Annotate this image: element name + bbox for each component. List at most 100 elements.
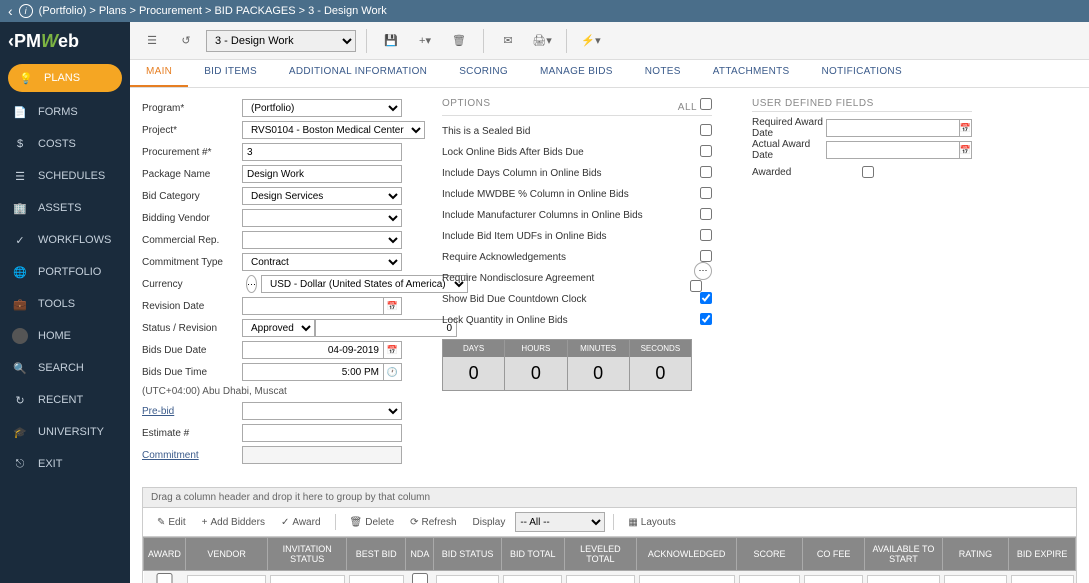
ellipsis-icon[interactable]: ⋯ — [694, 262, 712, 280]
column-header[interactable]: BID STATUS — [434, 538, 501, 571]
tab-main[interactable]: MAIN — [130, 60, 188, 87]
filter-input[interactable] — [187, 575, 265, 583]
column-header[interactable]: BEST BID — [347, 538, 406, 571]
filter-input[interactable] — [270, 575, 345, 583]
sidebar-item-forms[interactable]: 📄FORMS — [0, 96, 130, 128]
option-checkbox[interactable] — [700, 313, 712, 325]
filter-input[interactable] — [566, 575, 634, 583]
filter-input[interactable] — [639, 575, 735, 583]
calendar-icon[interactable]: 📅 — [384, 297, 402, 315]
calendar-icon[interactable]: 📅 — [960, 141, 972, 159]
project-select[interactable]: RVS0104 - Boston Medical Center — [242, 121, 425, 139]
filter-input[interactable] — [436, 575, 499, 583]
filter-input[interactable] — [503, 575, 562, 583]
bidsdue-input[interactable] — [242, 341, 384, 359]
refresh-button[interactable]: ⟳Refresh — [404, 515, 462, 530]
record-selector[interactable]: 3 - Design Work — [206, 30, 356, 52]
edit-button[interactable]: ✎Edit — [151, 515, 192, 530]
sidebar-item-costs[interactable]: $COSTS — [0, 128, 130, 160]
column-header[interactable]: LEVELED TOTAL — [564, 538, 636, 571]
filter-input[interactable] — [867, 575, 940, 583]
sidebar-item-exit[interactable]: ⎋EXIT — [0, 448, 130, 480]
column-header[interactable]: AWARD — [144, 538, 186, 571]
sidebar-item-recent[interactable]: ↻RECENT — [0, 384, 130, 416]
commtype-select[interactable]: Contract — [242, 253, 402, 271]
option-checkbox[interactable] — [700, 187, 712, 199]
option-checkbox[interactable] — [700, 145, 712, 157]
option-checkbox[interactable] — [700, 229, 712, 241]
commitment-label[interactable]: Commitment — [142, 450, 242, 461]
option-checkbox[interactable] — [700, 208, 712, 220]
sidebar-item-assets[interactable]: 🏢ASSETS — [0, 192, 130, 224]
sidebar-item-search[interactable]: 🔍SEARCH — [0, 352, 130, 384]
filter-input[interactable] — [944, 575, 1007, 583]
print-icon[interactable]: 🖨▾ — [528, 27, 556, 55]
column-header[interactable]: NDA — [406, 538, 434, 571]
history-icon[interactable]: ↺ — [172, 27, 200, 55]
currency-select[interactable]: USD - Dollar (United States of America) — [261, 275, 468, 293]
column-header[interactable]: INVITATION STATUS — [268, 538, 347, 571]
delete-icon[interactable]: 🗑 — [445, 27, 473, 55]
currency-ellipsis-icon[interactable]: ⋯ — [246, 275, 257, 293]
prebid-label[interactable]: Pre-bid — [142, 406, 242, 417]
mail-icon[interactable]: ✉ — [494, 27, 522, 55]
column-header[interactable]: CO FEE — [802, 538, 864, 571]
action-icon[interactable]: ⚡▾ — [577, 27, 605, 55]
time-icon[interactable]: 🕐 — [384, 363, 402, 381]
filter-input[interactable] — [349, 575, 404, 583]
delete-button[interactable]: 🗑Delete — [344, 515, 401, 530]
calendar-icon[interactable]: 📅 — [384, 341, 402, 359]
calendar-icon[interactable]: 📅 — [960, 119, 972, 137]
status-select[interactable]: Approved — [242, 319, 315, 337]
column-header[interactable]: ACKNOWLEDGED — [637, 538, 737, 571]
estimate-input[interactable] — [242, 424, 402, 442]
group-header[interactable]: Drag a column header and drop it here to… — [143, 488, 1076, 508]
prebid-select[interactable] — [242, 402, 402, 420]
option-checkbox[interactable] — [700, 250, 712, 262]
option-checkbox[interactable] — [700, 292, 712, 304]
option-checkbox[interactable] — [690, 280, 702, 292]
tab-attachments[interactable]: ATTACHMENTS — [697, 60, 806, 87]
sidebar-item-university[interactable]: 🎓UNIVERSITY — [0, 416, 130, 448]
all-checkbox[interactable] — [700, 98, 712, 110]
reqaward-input[interactable] — [826, 119, 960, 137]
bidstime-input[interactable] — [242, 363, 384, 381]
filter-input[interactable] — [1011, 575, 1074, 583]
program-select[interactable]: (Portfolio) — [242, 99, 402, 117]
add-icon[interactable]: +▾ — [411, 27, 439, 55]
tab-scoring[interactable]: SCORING — [443, 60, 524, 87]
column-header[interactable]: SCORE — [737, 538, 803, 571]
procno-input[interactable] — [242, 143, 402, 161]
pkgname-input[interactable] — [242, 165, 402, 183]
tab-additional-info[interactable]: ADDITIONAL INFORMATION — [273, 60, 443, 87]
filter-checkbox[interactable] — [408, 573, 432, 583]
add-bidders-button[interactable]: +Add Bidders — [196, 515, 271, 530]
commrep-select[interactable] — [242, 231, 402, 249]
sidebar-item-home[interactable]: HOME — [0, 320, 130, 352]
column-header[interactable]: BID EXPIRE — [1009, 538, 1076, 571]
display-filter[interactable]: -- All -- — [515, 512, 605, 532]
awarded-checkbox[interactable] — [862, 166, 874, 178]
option-checkbox[interactable] — [700, 166, 712, 178]
column-header[interactable]: BID TOTAL — [501, 538, 564, 571]
sidebar-item-portfolio[interactable]: 🌐PORTFOLIO — [0, 256, 130, 288]
tab-manage-bids[interactable]: MANAGE BIDS — [524, 60, 629, 87]
sidebar-item-plans[interactable]: 💡PLANS — [8, 64, 122, 92]
column-header[interactable]: VENDOR — [185, 538, 267, 571]
bidcat-select[interactable]: Design Services — [242, 187, 402, 205]
back-icon[interactable]: ‹ — [8, 3, 13, 19]
list-icon[interactable]: ☰ — [138, 27, 166, 55]
filter-input[interactable] — [739, 575, 801, 583]
sidebar-item-tools[interactable]: 💼TOOLS — [0, 288, 130, 320]
sidebar-item-schedules[interactable]: ☰SCHEDULES — [0, 160, 130, 192]
tab-bid-items[interactable]: BID ITEMS — [188, 60, 273, 87]
option-checkbox[interactable] — [700, 124, 712, 136]
filter-input[interactable] — [804, 575, 862, 583]
column-header[interactable]: AVAILABLE TO START — [865, 538, 942, 571]
column-header[interactable]: RATING — [942, 538, 1009, 571]
tab-notes[interactable]: NOTES — [629, 60, 697, 87]
save-icon[interactable]: 💾 — [377, 27, 405, 55]
bidvend-select[interactable] — [242, 209, 402, 227]
sidebar-item-workflows[interactable]: ✓WORKFLOWS — [0, 224, 130, 256]
filter-checkbox[interactable] — [146, 573, 184, 583]
